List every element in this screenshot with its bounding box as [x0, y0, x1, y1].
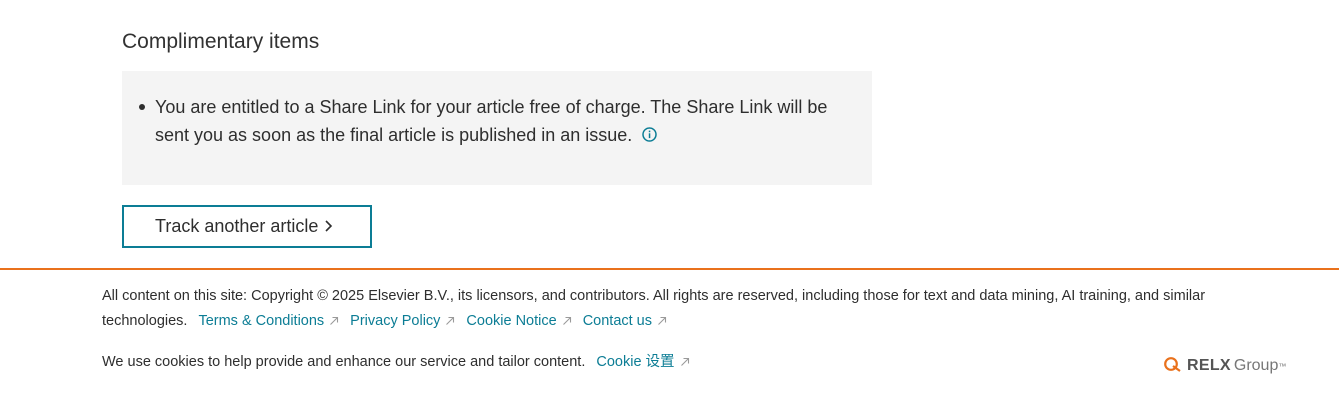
cookie-notice-link-label: Cookie Notice: [466, 313, 557, 329]
relx-wordmark: RELX: [1187, 357, 1231, 374]
track-another-article-button[interactable]: Track another article: [122, 205, 372, 248]
footer-copyright: All content on this site: Copyright © 20…: [102, 284, 1262, 335]
contact-us-link[interactable]: Contact us: [583, 313, 667, 329]
trademark-symbol: ™: [1278, 361, 1287, 371]
cookie-settings-link[interactable]: Cookie 设置: [596, 354, 689, 370]
external-link-icon: [657, 310, 667, 335]
complimentary-items-box: You are entitled to a Share Link for you…: [122, 71, 872, 185]
info-icon[interactable]: [642, 122, 658, 142]
cookie-notice-link[interactable]: Cookie Notice: [466, 313, 571, 329]
external-link-icon: [329, 310, 339, 335]
terms-conditions-link[interactable]: Terms & Conditions: [198, 313, 339, 329]
relx-group-logo[interactable]: RELX Group ™: [1163, 355, 1286, 377]
cookie-usage-text: We use cookies to help provide and enhan…: [102, 354, 586, 370]
share-link-info: You are entitled to a Share Link for you…: [155, 93, 855, 149]
terms-link-label: Terms & Conditions: [198, 313, 325, 329]
complimentary-items-title: Complimentary items: [122, 30, 320, 53]
cookie-usage-notice: We use cookies to help provide and enhan…: [102, 350, 690, 376]
bullet-icon: [139, 104, 145, 110]
chevron-right-icon: [324, 217, 333, 238]
cookie-settings-label: Cookie 设置: [596, 354, 675, 370]
external-link-icon: [445, 310, 455, 335]
external-link-icon: [562, 310, 572, 335]
privacy-policy-link[interactable]: Privacy Policy: [350, 313, 455, 329]
track-button-label: Track another article: [155, 215, 319, 236]
share-link-text: You are entitled to a Share Link for you…: [155, 97, 828, 145]
contact-link-label: Contact us: [582, 313, 653, 329]
relx-group-text: Group: [1233, 357, 1279, 374]
privacy-link-label: Privacy Policy: [350, 313, 441, 329]
footer-divider: [0, 268, 1339, 270]
relx-logo-icon: [1163, 356, 1184, 377]
external-link-icon: [680, 351, 690, 376]
